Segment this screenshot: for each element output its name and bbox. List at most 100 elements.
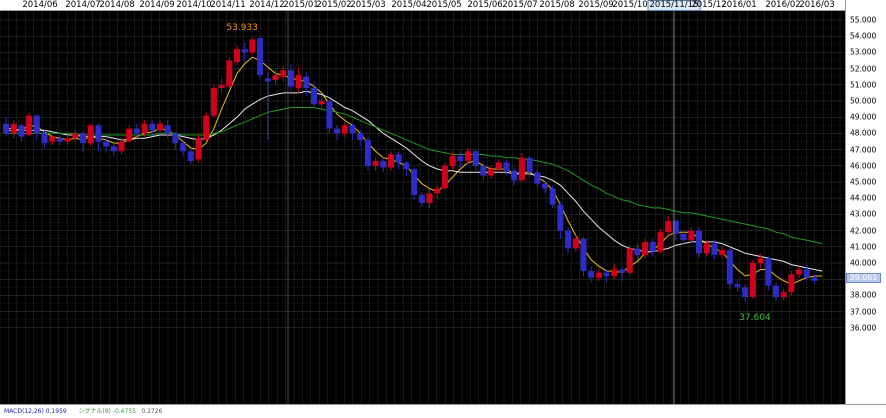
candle-body: [3, 123, 9, 134]
candle-body: [642, 241, 649, 255]
candle-body: [726, 250, 733, 285]
high-price-label: 53.933: [226, 23, 258, 33]
price-axis-label: 37.000: [850, 307, 877, 317]
candle-body: [380, 160, 387, 168]
candle-body: [649, 241, 656, 252]
time-axis-label: 2016/02: [765, 0, 801, 10]
candle-body: [665, 220, 672, 233]
candle-body: [357, 133, 364, 140]
candle-body: [226, 60, 233, 87]
candle-body: [749, 263, 756, 298]
time-axis-label: 2014/09: [139, 0, 175, 10]
candle-body: [18, 125, 25, 137]
price-axis-label: 46.000: [850, 161, 877, 171]
plot-background: [0, 11, 845, 404]
candle-body: [56, 138, 63, 142]
candle-body: [141, 123, 148, 134]
time-axis-label: 2015/07: [502, 0, 538, 10]
candle-body: [388, 154, 394, 168]
candle-body: [796, 269, 803, 275]
candle-body: [218, 84, 225, 89]
candle-body: [172, 133, 179, 144]
candle-body: [264, 78, 271, 82]
candle-body: [126, 128, 133, 142]
candle-body: [341, 125, 348, 134]
candle-body: [118, 141, 125, 152]
time-axis-label: 2014/08: [99, 0, 135, 10]
candle-body: [441, 165, 448, 189]
price-axis-label: 48.000: [850, 128, 877, 138]
candle-body: [434, 188, 441, 194]
candle-body: [80, 133, 86, 144]
candle-body: [349, 125, 356, 134]
candle-body: [657, 232, 664, 252]
candle-body: [780, 292, 787, 298]
candle-body: [488, 169, 495, 176]
time-axis-label: 2016/01: [721, 0, 757, 10]
candle-body: [426, 193, 433, 204]
candle-body: [203, 115, 210, 140]
candle-body: [711, 243, 718, 255]
current-price-tag: 39.061: [846, 273, 881, 284]
candle-body: [210, 88, 217, 116]
price-plot-area[interactable]: 53.933 37.604: [0, 11, 845, 404]
candle-body: [542, 183, 548, 189]
candle-body: [449, 156, 456, 166]
candle-body: [811, 277, 818, 281]
candle-body: [518, 157, 525, 181]
time-axis-label: 2015/02: [316, 0, 352, 10]
candle-body: [249, 39, 256, 53]
time-axis-label: 2014/12: [249, 0, 285, 10]
candle-body: [103, 141, 110, 147]
price-axis: 55.000 54.000 53.000 52.000 51.000 50.000 49.0…: [845, 0, 886, 404]
candle-body: [287, 70, 294, 87]
chart-window[interactable]: 2014/06 2014/07 2014/08 2014/09 2014/10 2014/…: [0, 0, 886, 418]
candle-body: [133, 128, 140, 134]
price-axis-label: 40.000: [850, 258, 877, 268]
time-axis-label: 2015/03: [350, 0, 386, 10]
time-axis-label: 2015/05: [426, 0, 462, 10]
candle-body: [680, 233, 687, 241]
candle-body: [788, 274, 795, 293]
candle-body: [526, 157, 533, 173]
candle-body: [565, 230, 572, 249]
candle-body: [195, 138, 202, 160]
candle-body: [703, 243, 710, 254]
candle-body: [364, 139, 371, 166]
price-axis-label: 41.000: [850, 242, 877, 252]
candle-body: [557, 204, 564, 231]
price-axis-label: 42.000: [850, 226, 877, 236]
time-axis-label: 2014/07: [65, 0, 101, 10]
candle-body: [580, 238, 587, 272]
time-axis-label: 2015/06: [467, 0, 503, 10]
candle-body: [411, 169, 418, 195]
price-axis-label: 51.000: [850, 80, 877, 90]
candle-body: [303, 76, 310, 89]
candle-body: [26, 115, 33, 136]
candle-body: [688, 230, 695, 241]
candle-body: [318, 101, 325, 105]
price-axis-label: 45.000: [850, 177, 877, 187]
candle-body: [773, 285, 779, 298]
price-axis-label: 50.000: [850, 96, 877, 106]
candle-body: [465, 151, 471, 161]
candle-body: [472, 151, 479, 166]
candle-body: [619, 269, 625, 273]
price-axis-label: 49.000: [850, 112, 877, 122]
candle-body: [588, 271, 595, 278]
candle-body: [241, 49, 248, 53]
price-axis-label: 38.000: [850, 290, 877, 300]
candle-body: [765, 258, 772, 286]
low-price-label: 37.604: [739, 313, 771, 323]
candle-body: [10, 123, 17, 134]
macd-text-2: シグナル(9) -0.4755: [78, 408, 136, 415]
candle-body: [157, 123, 163, 131]
price-axis-label: 55.000: [850, 15, 877, 25]
candle-body: [803, 269, 810, 278]
candle-body: [626, 248, 633, 273]
price-axis-label: 47.000: [850, 145, 877, 155]
candle-body: [187, 151, 194, 161]
candle-body: [272, 75, 279, 80]
time-axis-label: 2014/10: [176, 0, 212, 10]
candle-body: [480, 165, 487, 176]
